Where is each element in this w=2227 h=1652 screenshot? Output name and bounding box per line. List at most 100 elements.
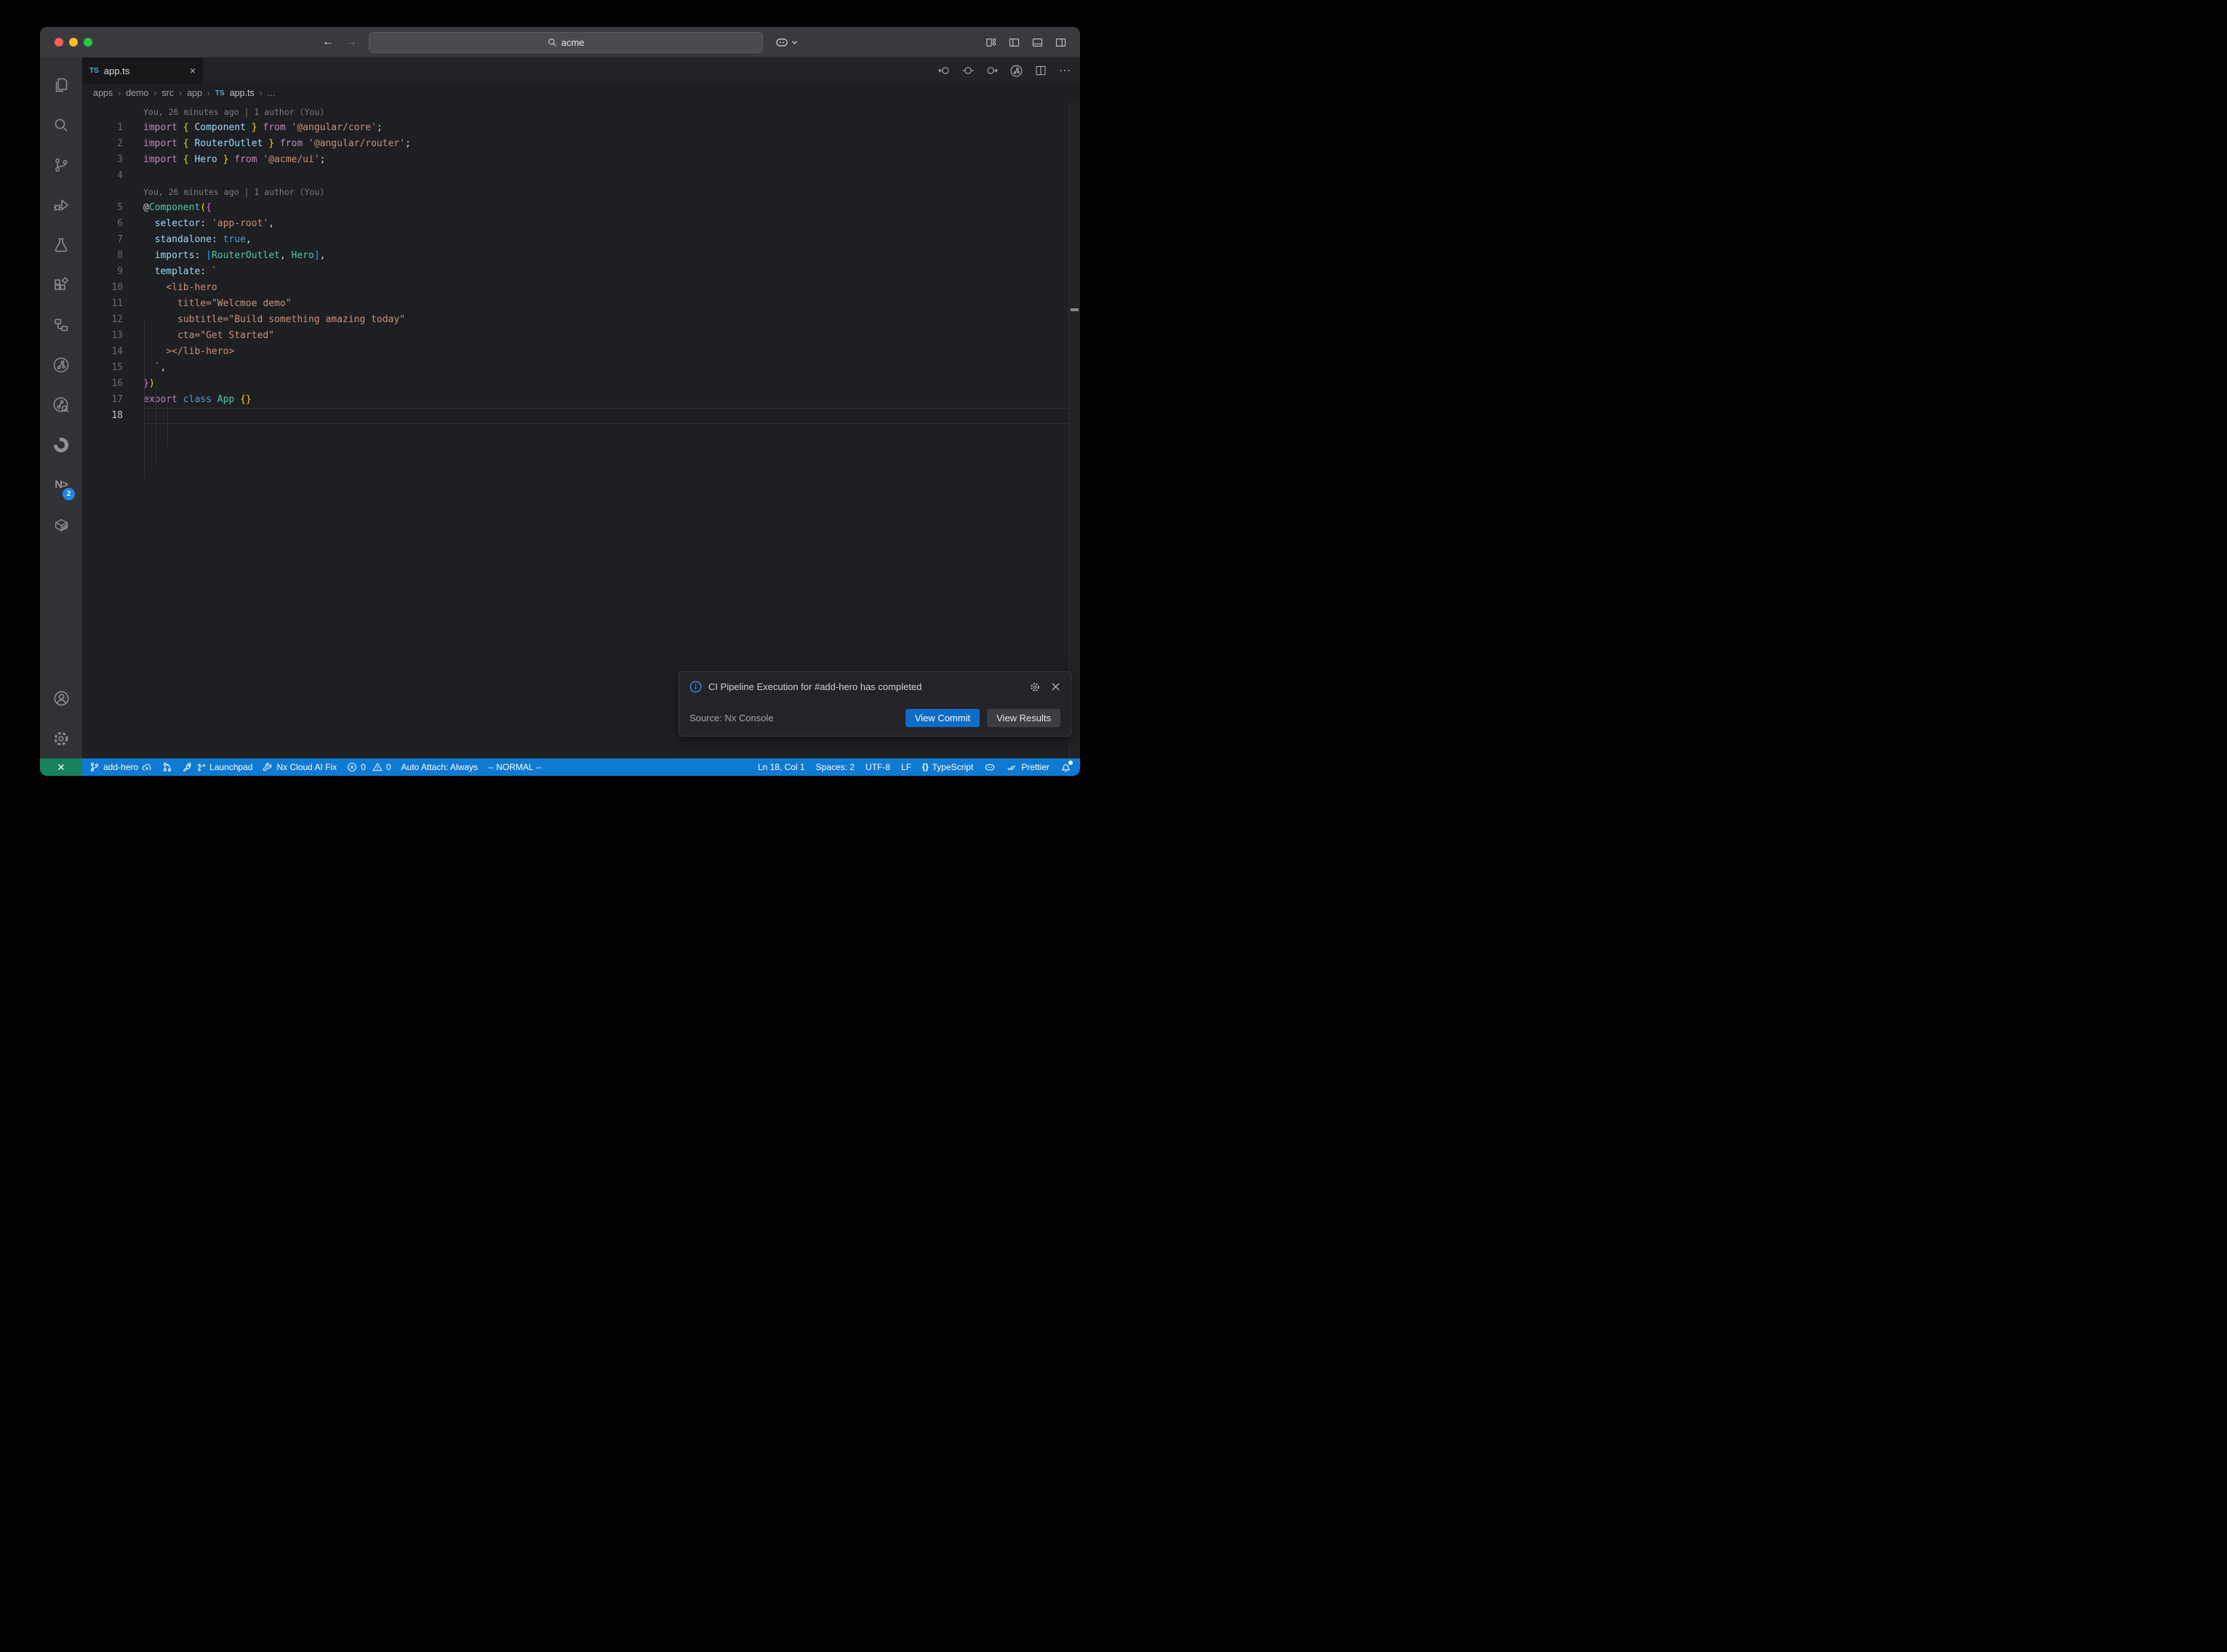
search-view-icon[interactable] (40, 105, 82, 145)
toggle-sidebar-right-icon[interactable] (1055, 36, 1067, 49)
encoding-item[interactable]: UTF-8 (865, 762, 890, 772)
remote-indicator[interactable] (40, 758, 82, 776)
command-center-search[interactable]: acme (369, 32, 763, 53)
code-line[interactable]: 18 (82, 408, 1080, 424)
formatter-item[interactable]: Prettier (1007, 762, 1049, 773)
code-line[interactable]: 6 selector: 'app-root', (82, 216, 1080, 232)
extensions-icon[interactable] (40, 265, 82, 305)
toggle-panel-icon[interactable] (1031, 36, 1044, 49)
minimize-window-button[interactable] (69, 38, 78, 47)
code-text: import { Hero } from '@acme/ui'; (143, 152, 1080, 168)
indentation-item[interactable]: Spaces: 2 (816, 762, 855, 772)
customize-layout-icon[interactable] (985, 36, 997, 49)
blame-text: You, 26 minutes ago | 1 author (You) (143, 104, 1080, 120)
tab-app-ts[interactable]: TS app.ts × (82, 57, 203, 84)
git-compare-item[interactable] (162, 762, 172, 772)
testing-icon[interactable] (40, 225, 82, 265)
code-line[interactable]: 9 template: ` (82, 264, 1080, 280)
code-text (143, 168, 1080, 184)
code-line[interactable]: 13 cta="Get Started" (82, 328, 1080, 344)
code-line[interactable]: 14 ></lib-hero> (82, 344, 1080, 360)
view-commit-button[interactable]: View Commit (905, 709, 980, 727)
edge-tools-icon[interactable] (40, 425, 82, 465)
copilot-status-icon[interactable] (984, 761, 996, 773)
code-line[interactable]: 16}) (82, 376, 1080, 392)
changes-icon[interactable] (961, 64, 975, 77)
split-editor-icon[interactable] (1034, 64, 1047, 77)
blame-annotation: You, 26 minutes ago | 1 author (You) (82, 104, 1080, 120)
error-count: 0 (361, 762, 366, 772)
code-text: template: ` (143, 264, 1080, 280)
line-number: 18 (82, 408, 123, 424)
code-line[interactable]: 11 title="Welcmoe demo" (82, 296, 1080, 312)
code-line[interactable]: 12 subtitle="Build something amazing tod… (82, 312, 1080, 328)
gitlens-search-commits-icon[interactable] (40, 385, 82, 425)
notifications-bell[interactable] (1060, 762, 1071, 773)
indent-guide (144, 318, 145, 478)
line-number: 8 (82, 248, 123, 264)
screen: ← → acme (0, 0, 1114, 826)
breadcrumb-item[interactable]: ... (268, 88, 275, 98)
search-value: acme (561, 37, 585, 48)
code-line[interactable]: 3 import { Hero } from '@acme/ui'; (82, 152, 1080, 168)
previous-change-icon[interactable] (937, 64, 951, 77)
containers-icon[interactable] (40, 505, 82, 545)
launchpad-item[interactable]: Launchpad (183, 762, 252, 772)
code-text: cta="Get Started" (143, 328, 1080, 344)
breadcrumb-item[interactable]: src (161, 88, 174, 98)
code-line[interactable]: 5@Component({ (82, 200, 1080, 216)
source-control-icon[interactable] (40, 145, 82, 185)
breadcrumb-item[interactable]: app.ts (230, 88, 255, 98)
code-text: @Component({ (143, 200, 1080, 216)
breadcrumb-item[interactable]: demo (126, 88, 148, 98)
nav-forward-icon[interactable]: → (345, 36, 357, 48)
cursor-position-item[interactable]: Ln 18, Col 1 (758, 762, 805, 772)
titlebar-center: ← → acme (322, 27, 798, 57)
settings-gear-icon[interactable] (40, 718, 82, 758)
code-line[interactable]: 4 (82, 168, 1080, 184)
explorer-icon[interactable] (40, 65, 82, 105)
code-line[interactable]: 10 <lib-hero (82, 280, 1080, 296)
line-number: 2 (82, 136, 123, 152)
chevron-right-icon: › (153, 88, 156, 98)
problems-item[interactable]: 0 0 (347, 762, 391, 772)
auto-attach-item[interactable]: Auto Attach: Always (401, 762, 478, 772)
breadcrumb-item[interactable]: apps (93, 88, 113, 98)
git-branch-item[interactable]: add-hero (89, 762, 152, 772)
code-text: standalone: true, (143, 232, 1080, 248)
more-actions-icon[interactable] (1058, 64, 1071, 77)
run-debug-icon[interactable] (40, 185, 82, 225)
tab-close-icon[interactable]: × (190, 65, 196, 76)
nav-back-icon[interactable]: ← (322, 36, 334, 48)
nx-console-icon[interactable]: N> 2 (40, 465, 82, 505)
code-line[interactable]: 7 standalone: true, (82, 232, 1080, 248)
breadcrumb-item[interactable]: app (187, 88, 202, 98)
close-window-button[interactable] (55, 38, 63, 47)
vim-mode-item[interactable]: -- NORMAL -- (488, 762, 542, 772)
code-line[interactable]: 1import { Component } from '@angular/cor… (82, 120, 1080, 136)
eol-item[interactable]: LF (901, 762, 911, 772)
close-icon[interactable] (1051, 682, 1060, 691)
overview-ruler-mark (1071, 308, 1079, 311)
nx-cloud-fix-item[interactable]: Nx Cloud AI Fix (263, 762, 337, 772)
code-line[interactable]: 2import { RouterOutlet } from '@angular/… (82, 136, 1080, 152)
gitlens-inspect-icon[interactable] (40, 345, 82, 385)
code-line[interactable]: 8 imports: [RouterOutlet, Hero], (82, 248, 1080, 264)
next-change-icon[interactable] (985, 64, 999, 77)
line-number: 16 (82, 376, 123, 392)
view-results-button[interactable]: View Results (987, 709, 1060, 727)
overview-ruler[interactable] (1068, 103, 1080, 758)
accounts-icon[interactable] (40, 678, 82, 718)
copilot-menu[interactable] (775, 35, 798, 49)
project-graph-icon[interactable] (40, 305, 82, 345)
line-number: 3 (82, 152, 123, 168)
zoom-window-button[interactable] (84, 38, 92, 47)
statusbar-left: add-hero Launchpad Nx Cloud AI Fix (82, 762, 541, 772)
notification-settings-gear-icon[interactable] (1029, 681, 1041, 693)
toggle-sidebar-left-icon[interactable] (1008, 36, 1020, 49)
code-line[interactable]: 15 `, (82, 360, 1080, 376)
code-line[interactable]: 17export class App {} (82, 392, 1080, 408)
code-editor[interactable]: You, 26 minutes ago | 1 author (You)1imp… (82, 103, 1080, 758)
gitlens-graph-icon[interactable] (1009, 64, 1023, 78)
language-mode-item[interactable]: {} TypeScript (922, 762, 973, 772)
